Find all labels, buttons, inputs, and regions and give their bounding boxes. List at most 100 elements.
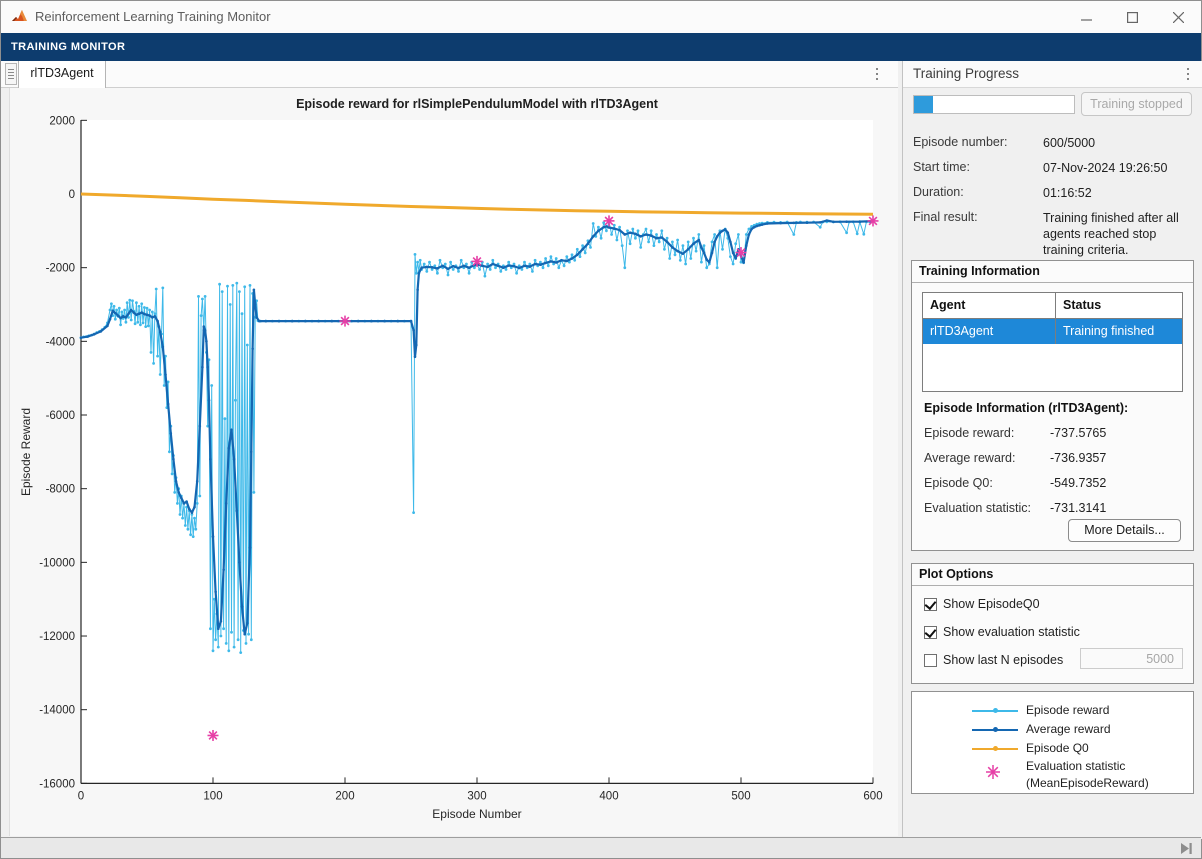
field-value: -737.5765 <box>1050 426 1106 440</box>
document-bar-grip[interactable] <box>5 63 17 85</box>
tab-training-monitor[interactable]: TRAINING MONITOR <box>11 33 125 61</box>
svg-text:-8000: -8000 <box>46 484 75 496</box>
plot-options-card: Plot Options Show EpisodeQ0 Show evaluat… <box>911 563 1194 684</box>
legend-label: Evaluation statistic(MeanEpisodeReward) <box>1026 758 1149 792</box>
legend-item-evaluation-statistic: Evaluation statistic(MeanEpisodeReward) <box>912 758 1193 790</box>
legend-item-episode-reward: Episode reward <box>912 702 1193 720</box>
field-label: Episode number: <box>913 135 1008 149</box>
training-chart: 20000-2000-4000-6000-8000-10000-12000-14… <box>10 88 899 836</box>
training-progress-panel: Training Progress Training stopped Episo… <box>902 61 1202 839</box>
legend-item-episode-q0: Episode Q0 <box>912 740 1193 758</box>
app-window: Reinforcement Learning Training Monitor … <box>0 0 1202 859</box>
checkbox-label: Show evaluation statistic <box>943 625 1080 639</box>
svg-text:-6000: -6000 <box>46 410 75 422</box>
panel-header: Training Progress <box>903 61 1202 88</box>
training-stopped-button[interactable]: Training stopped <box>1081 92 1192 116</box>
legend-label: Episode reward <box>1026 702 1109 719</box>
field-label: Episode Q0: <box>924 476 993 490</box>
field-label: Duration: <box>913 185 964 199</box>
svg-text:300: 300 <box>467 790 486 802</box>
svg-text:Episode Reward: Episode Reward <box>19 408 33 496</box>
episode-q0-row: Episode Q0: -549.7352 <box>924 476 993 490</box>
close-button[interactable] <box>1155 1 1201 33</box>
svg-text:-16000: -16000 <box>39 778 75 790</box>
svg-text:100: 100 <box>203 790 222 802</box>
document-tab-bar: rlTD3Agent <box>1 61 898 88</box>
legend-label: Episode Q0 <box>1026 740 1089 757</box>
svg-text:0: 0 <box>69 189 75 201</box>
toolstrip: TRAINING MONITOR <box>1 33 1201 61</box>
field-value: -549.7352 <box>1050 476 1106 490</box>
legend-marker-dot <box>993 746 998 751</box>
svg-text:400: 400 <box>599 790 618 802</box>
minimize-button[interactable] <box>1063 1 1109 33</box>
more-details-button[interactable]: More Details... <box>1068 519 1181 542</box>
training-information-title: Training Information <box>912 261 1193 283</box>
table-header-row: Agent Status <box>923 293 1182 319</box>
tab-rltd3agent[interactable]: rlTD3Agent <box>18 61 106 88</box>
svg-text:2000: 2000 <box>49 115 75 127</box>
final-result-row: Final result: Training finished after al… <box>913 210 1195 224</box>
field-label: Episode reward: <box>924 426 1014 440</box>
progress-fill <box>914 96 933 113</box>
plot-options-title: Plot Options <box>912 564 1193 586</box>
svg-text:600: 600 <box>863 790 882 802</box>
legend-marker-dot <box>993 708 998 713</box>
episode-number-row: Episode number: 600/5000 <box>913 135 1195 149</box>
duration-row: Duration: 01:16:52 <box>913 185 1195 199</box>
svg-text:-10000: -10000 <box>39 557 75 569</box>
field-label: Average reward: <box>924 451 1016 465</box>
evaluation-statistic-row: Evaluation statistic: -731.3141 <box>924 501 1031 515</box>
training-progress-bar <box>913 95 1075 114</box>
field-label: Start time: <box>913 160 970 174</box>
show-evaluation-statistic-checkbox[interactable]: Show evaluation statistic <box>924 624 1080 640</box>
svg-text:Episode reward for rlSimplePen: Episode reward for rlSimplePendulumModel… <box>296 97 659 111</box>
field-value: -731.3141 <box>1050 501 1106 515</box>
svg-text:500: 500 <box>731 790 750 802</box>
svg-text:Episode Number: Episode Number <box>432 807 521 821</box>
panel-actions-kebab-icon[interactable] <box>1179 64 1197 84</box>
agent-status-table: Agent Status rlTD3Agent Training finishe… <box>922 292 1183 392</box>
checkbox-label: Show last N episodes <box>943 653 1063 667</box>
panel-title: Training Progress <box>913 61 1019 86</box>
maximize-icon <box>1127 12 1138 23</box>
status-column-header: Status <box>1056 293 1182 318</box>
svg-text:-12000: -12000 <box>39 631 75 643</box>
svg-text:-4000: -4000 <box>46 336 75 348</box>
figure-area: 20000-2000-4000-6000-8000-10000-12000-14… <box>9 88 898 836</box>
close-icon <box>1173 12 1184 23</box>
agent-column-header: Agent <box>923 293 1056 318</box>
matlab-logo-icon <box>11 8 29 26</box>
chart-legend-card: Episode reward Average reward Episode Q0 <box>911 691 1194 794</box>
average-reward-row: Average reward: -736.9357 <box>924 451 1016 465</box>
legend-item-average-reward: Average reward <box>912 721 1193 739</box>
table-row[interactable]: rlTD3Agent Training finished <box>923 319 1182 344</box>
svg-text:-14000: -14000 <box>39 705 75 717</box>
episode-reward-row: Episode reward: -737.5765 <box>924 426 1014 440</box>
status-bar <box>1 837 1201 858</box>
show-episodeq0-checkbox[interactable]: Show EpisodeQ0 <box>924 596 1040 612</box>
maximize-button[interactable] <box>1109 1 1155 33</box>
field-label: Evaluation statistic: <box>924 501 1031 515</box>
legend-asterisk-icon <box>985 764 1001 780</box>
start-time-row: Start time: 07-Nov-2024 19:26:50 <box>913 160 1195 174</box>
svg-text:-2000: -2000 <box>46 263 75 275</box>
window-title: Reinforcement Learning Training Monitor <box>35 1 271 33</box>
document-actions-kebab-icon[interactable] <box>868 64 886 84</box>
field-value: 01:16:52 <box>1043 185 1198 201</box>
n-episodes-input[interactable] <box>1080 648 1183 669</box>
svg-text:200: 200 <box>335 790 354 802</box>
field-value: 07-Nov-2024 19:26:50 <box>1043 160 1198 176</box>
title-bar: Reinforcement Learning Training Monitor <box>1 1 1201 34</box>
field-value: 600/5000 <box>1043 135 1198 151</box>
minimize-icon <box>1081 12 1092 23</box>
checkbox-label: Show EpisodeQ0 <box>943 597 1040 611</box>
legend-label: Average reward <box>1026 721 1111 738</box>
episode-information-title: Episode Information (rlTD3Agent): <box>924 401 1128 415</box>
show-last-n-episodes-checkbox[interactable]: Show last N episodes <box>924 652 1063 668</box>
svg-text:0: 0 <box>78 790 84 802</box>
collapse-panel-icon[interactable] <box>1180 842 1193 855</box>
status-cell: Training finished <box>1056 319 1182 344</box>
legend-marker-dot <box>993 727 998 732</box>
checkbox-icon <box>924 654 937 667</box>
